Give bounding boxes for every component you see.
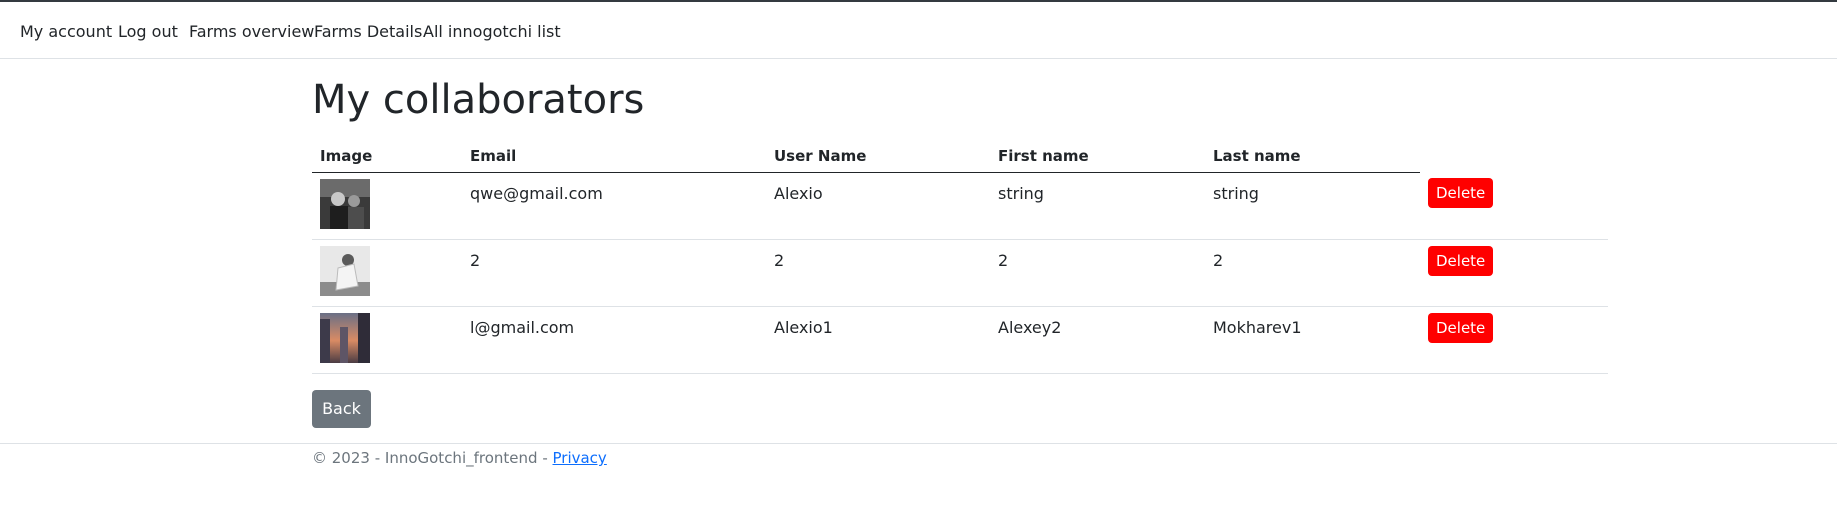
last-name-cell: Mokharev1 xyxy=(1205,306,1420,374)
nav-my-account[interactable]: My account xyxy=(20,22,112,42)
image-cell xyxy=(312,306,462,374)
first-name-cell: string xyxy=(990,172,1205,240)
header-first-name: First name xyxy=(990,140,1205,173)
actions-cell: Delete xyxy=(1420,172,1608,240)
last-name-cell: 2 xyxy=(1205,239,1420,307)
email-cell: l@gmail.com xyxy=(462,306,766,374)
header-user-name: User Name xyxy=(766,140,990,173)
email-cell: qwe@gmail.com xyxy=(462,172,766,240)
footer: © 2023 - InnoGotchi_frontend - Privacy xyxy=(0,443,1837,483)
image-cell xyxy=(312,172,462,240)
first-name-cell: 2 xyxy=(990,239,1205,307)
back-button[interactable]: Back xyxy=(312,390,371,428)
actions-cell: Delete xyxy=(1420,239,1608,307)
delete-button[interactable]: Delete xyxy=(1428,178,1494,208)
email-cell: 2 xyxy=(462,239,766,307)
first-name-cell: Alexey2 xyxy=(990,306,1205,374)
table-row: l@gmail.com Alexio1 Alexey2 Mokharev1 De… xyxy=(312,306,1608,374)
actions-cell: Delete xyxy=(1420,306,1608,374)
user-name-cell: Alexio1 xyxy=(766,306,990,374)
nav-farms-details[interactable]: Farms Details xyxy=(314,22,422,42)
collaborators-table: Image Email User Name First name Last na… xyxy=(312,140,1608,374)
nav-log-out[interactable]: Log out xyxy=(118,22,178,42)
copyright-text: © 2023 - InnoGotchi_frontend - xyxy=(312,449,553,467)
table-header-row: Image Email User Name First name Last na… xyxy=(312,140,1608,173)
header-last-name: Last name xyxy=(1205,140,1420,173)
delete-button[interactable]: Delete xyxy=(1428,245,1494,276)
footer-text: © 2023 - InnoGotchi_frontend - Privacy xyxy=(312,449,607,467)
table-row: 2 2 2 2 Delete xyxy=(312,239,1608,307)
user-avatar-image xyxy=(320,312,370,363)
header-actions xyxy=(1420,140,1608,172)
page-title: My collaborators xyxy=(312,77,645,123)
header-image: Image xyxy=(312,140,462,173)
user-name-cell: Alexio xyxy=(766,172,990,240)
nav-farms-overview[interactable]: Farms overview xyxy=(189,22,314,42)
user-avatar-image xyxy=(320,178,370,229)
user-avatar-image xyxy=(320,245,370,296)
table-row: qwe@gmail.com Alexio string string Delet… xyxy=(312,172,1608,240)
privacy-link[interactable]: Privacy xyxy=(553,449,607,467)
user-name-cell: 2 xyxy=(766,239,990,307)
nav-all-innogotchi-list[interactable]: All innogotchi list xyxy=(423,22,561,42)
last-name-cell: string xyxy=(1205,172,1420,240)
delete-button[interactable]: Delete xyxy=(1428,312,1494,343)
navbar: My account Log out Farms overview Farms … xyxy=(0,2,1837,59)
header-email: Email xyxy=(462,140,766,173)
image-cell xyxy=(312,239,462,307)
